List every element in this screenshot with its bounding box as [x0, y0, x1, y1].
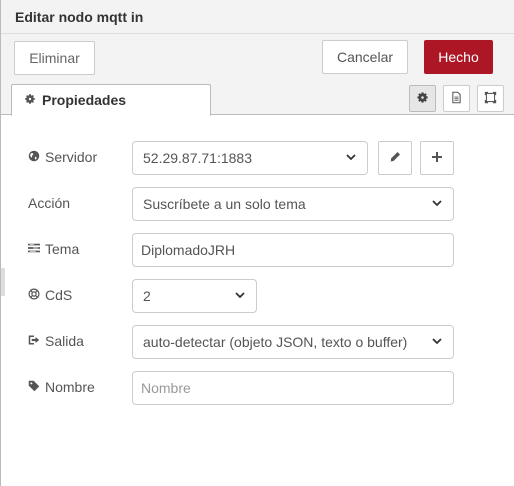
topic-row: Tema DiplomadoJRH — [1, 233, 514, 267]
server-select-value: 52.29.87.71:1883 — [143, 150, 252, 166]
cancel-button[interactable]: Cancelar — [322, 40, 408, 74]
tab-appearance-button[interactable] — [477, 85, 504, 112]
output-label: Salida — [28, 333, 84, 349]
delete-button[interactable]: Eliminar — [14, 41, 95, 75]
topic-input-value: DiplomadoJRH — [141, 242, 236, 258]
action-row: Acción Suscríbete a un solo tema — [1, 187, 514, 221]
node-edit-tray: Editar nodo mqtt in Eliminar Cancelar He… — [0, 0, 514, 486]
tab-properties-label: Propiedades — [42, 92, 127, 108]
action-label: Acción — [28, 195, 71, 211]
gear-icon — [416, 91, 429, 107]
qos-select-value: 2 — [143, 288, 151, 304]
topic-label: Tema — [28, 241, 79, 257]
gear-icon — [24, 92, 36, 108]
tabs-bar: Propiedades — [1, 80, 514, 116]
globe-icon — [28, 149, 40, 165]
plus-icon — [431, 150, 443, 166]
output-row: Salida auto-detectar (objeto JSON, texto… — [1, 325, 514, 359]
server-label: Servidor — [28, 149, 97, 165]
sign-out-icon — [28, 333, 40, 349]
topic-input[interactable]: DiplomadoJRH — [132, 233, 454, 267]
name-input[interactable]: Nombre — [132, 371, 454, 405]
action-select[interactable]: Suscríbete a un solo tema — [132, 187, 454, 221]
output-select[interactable]: auto-detectar (objeto JSON, texto o buff… — [132, 325, 454, 359]
server-select[interactable]: 52.29.87.71:1883 — [132, 141, 368, 175]
tag-icon — [28, 379, 40, 395]
edit-server-button[interactable] — [378, 141, 412, 175]
tray-toolbar: Eliminar Cancelar Hecho — [1, 34, 514, 80]
add-server-button[interactable] — [420, 141, 454, 175]
name-input-placeholder: Nombre — [141, 380, 191, 396]
document-icon — [450, 91, 463, 107]
frame-icon — [484, 91, 497, 107]
chevron-down-icon — [345, 150, 357, 166]
tasks-icon — [28, 241, 40, 257]
tab-settings-button[interactable] — [409, 85, 436, 112]
tab-description-button[interactable] — [443, 85, 470, 112]
action-select-value: Suscríbete a un solo tema — [143, 196, 306, 212]
output-select-value: auto-detectar (objeto JSON, texto o buff… — [143, 334, 408, 350]
qos-label: CdS — [28, 287, 72, 303]
life-ring-icon — [28, 287, 40, 303]
resize-handle[interactable] — [1, 268, 5, 296]
tab-properties[interactable]: Propiedades — [11, 84, 211, 116]
name-row: Nombre Nombre — [1, 371, 514, 405]
qos-select[interactable]: 2 — [132, 279, 257, 313]
chevron-down-icon — [234, 288, 246, 304]
name-label: Nombre — [28, 379, 95, 395]
tray-title: Editar nodo mqtt in — [1, 0, 514, 34]
pencil-icon — [389, 150, 401, 166]
chevron-down-icon — [431, 196, 443, 212]
server-row: Servidor 52.29.87.71:1883 — [1, 141, 514, 175]
chevron-down-icon — [431, 334, 443, 350]
done-button[interactable]: Hecho — [424, 40, 493, 74]
qos-row: CdS 2 — [1, 279, 514, 313]
